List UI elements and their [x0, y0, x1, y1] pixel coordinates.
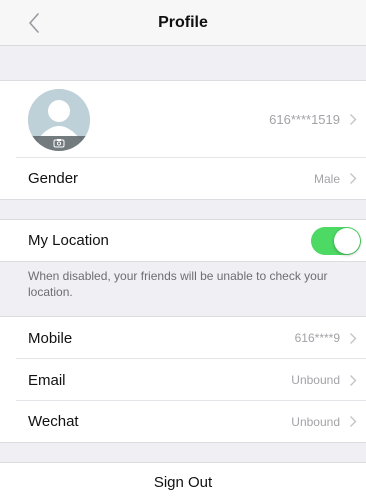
email-label: Email — [28, 371, 66, 389]
location-label: My Location — [28, 232, 109, 249]
avatar[interactable] — [28, 89, 90, 151]
wechat-value: Unbound — [291, 414, 340, 429]
chevron-right-icon — [346, 81, 360, 158]
bindings-section: Mobile 616****9 Email Unbound Wechat Unb… — [0, 316, 366, 443]
location-hint: When disabled, your friends will be unab… — [28, 269, 328, 299]
gender-value: Male — [313, 171, 340, 186]
default-avatar-icon — [28, 89, 90, 151]
account-id: 616****1519 — [269, 112, 340, 127]
location-section: My Location — [0, 219, 366, 262]
chevron-right-icon — [346, 158, 360, 199]
chevron-right-icon — [346, 359, 360, 401]
wechat-row[interactable]: Wechat Unbound — [0, 401, 366, 442]
profile-section: 616****1519 Gender Male — [0, 80, 366, 200]
wechat-label: Wechat — [28, 413, 79, 430]
account-row[interactable]: 616****1519 — [0, 81, 366, 158]
location-toggle[interactable] — [311, 227, 361, 255]
navigation-bar: Profile — [0, 0, 366, 46]
chevron-right-icon — [346, 317, 360, 359]
page-title: Profile — [158, 14, 208, 31]
sign-out-button[interactable]: Sign Out — [0, 462, 366, 504]
mobile-value: 616****9 — [294, 331, 340, 345]
email-value: Unbound — [291, 373, 340, 387]
gender-row[interactable]: Gender Male — [0, 158, 366, 199]
location-row: My Location — [0, 220, 366, 261]
toggle-knob — [334, 228, 360, 254]
email-row[interactable]: Email Unbound — [0, 359, 366, 401]
mobile-row[interactable]: Mobile 616****9 — [0, 317, 366, 359]
gender-label: Gender — [28, 170, 79, 187]
mobile-label: Mobile — [28, 329, 73, 347]
chevron-right-icon — [346, 401, 360, 442]
